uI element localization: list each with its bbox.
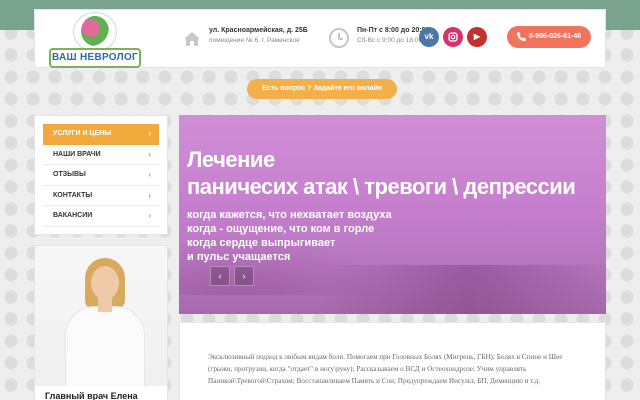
menu-item-doctors[interactable]: НАШИ ВРАЧИ ›	[43, 145, 159, 165]
menu-item-contacts[interactable]: КОНТАКТЫ ›	[43, 186, 159, 206]
clock-icon	[329, 28, 349, 48]
menu-item-services[interactable]: УСЛУГИ И ЦЕНЫ ›	[43, 124, 159, 145]
logo-text: ВАШ НЕВРОЛОГ	[51, 52, 139, 63]
menu-item-vacancies[interactable]: ВАКАНСИИ ›	[43, 206, 159, 227]
chevron-right-icon: ›	[148, 149, 151, 159]
instagram-icon[interactable]	[443, 27, 463, 47]
menu-item-label: НАШИ ВРАЧИ	[53, 150, 101, 158]
banner-headline-1: Лечение	[187, 147, 275, 172]
doctor-title: Главный врач Елена	[45, 391, 138, 400]
phone-number: 8-906-026-61-46	[529, 33, 582, 40]
chevron-right-icon: ›	[148, 190, 151, 200]
menu-item-label: УСЛУГИ И ЦЕНЫ	[53, 130, 112, 137]
logo-plate: ВАШ НЕВРОЛОГ	[49, 48, 141, 68]
home-icon	[184, 32, 200, 46]
youtube-icon[interactable]: ▶	[467, 27, 487, 47]
address-block: ул. Красноармейская, д. 25Б помещение № …	[209, 27, 308, 44]
chevron-right-icon: ›	[148, 211, 151, 220]
slider-next-button[interactable]: ›	[234, 266, 254, 286]
slider-prev-button[interactable]: ‹	[210, 266, 230, 286]
banner-road	[319, 265, 606, 314]
phone-icon	[516, 31, 527, 42]
banner-line-3: когда сердце выпрыгивает	[187, 237, 336, 249]
banner-line-4: и пульс учащается	[187, 251, 291, 263]
logo[interactable]: ВАШ НЕВРОЛОГ	[49, 12, 141, 72]
photo-face	[91, 266, 119, 300]
brain-icon	[81, 16, 109, 46]
menu-item-label: ВАКАНСИИ	[53, 212, 93, 219]
doctor-photo	[35, 246, 167, 386]
intro-paragraph: Эксклюзивный подход к любым видам боли. …	[208, 353, 563, 385]
instagram-glyph	[448, 32, 458, 42]
banner-line-1: когда кажется, что нехватает воздуха	[187, 209, 392, 221]
chevron-right-icon: ›	[148, 129, 151, 138]
photo-coat	[65, 306, 145, 386]
chevron-right-icon: ›	[148, 170, 151, 179]
menu-item-label: ОТЗЫВЫ	[53, 171, 86, 178]
banner-headline-2: паничесих атак \ тревоги \ депрессии	[187, 174, 576, 199]
content-panel: Эксклюзивный подход к любым видам боли. …	[179, 322, 606, 400]
vk-icon[interactable]: vk	[419, 27, 439, 47]
doctor-card[interactable]: Главный врач Елена	[34, 245, 168, 400]
site-header: ВАШ НЕВРОЛОГ ул. Красноармейская, д. 25Б…	[34, 9, 606, 68]
address-line-1: ул. Красноармейская, д. 25Б	[209, 27, 308, 34]
address-line-2: помещение № 6, г. Раменское	[209, 37, 300, 44]
hero-slider: Лечение паничесих атак \ тревоги \ депре…	[179, 115, 606, 314]
menu-item-label: КОНТАКТЫ	[53, 191, 93, 199]
photo-neck	[98, 298, 112, 312]
sidebar-menu: УСЛУГИ И ЦЕНЫ › НАШИ ВРАЧИ › ОТЗЫВЫ › КО…	[34, 115, 168, 235]
banner-line-2: когда - ощущение, что ком в горле	[187, 223, 375, 235]
menu-item-reviews[interactable]: ОТЗЫВЫ ›	[43, 165, 159, 186]
phone-button[interactable]: 8-906-026-61-46	[507, 26, 591, 48]
ask-question-button[interactable]: Есть вопрос ? Задайте его онлайн	[247, 79, 397, 99]
